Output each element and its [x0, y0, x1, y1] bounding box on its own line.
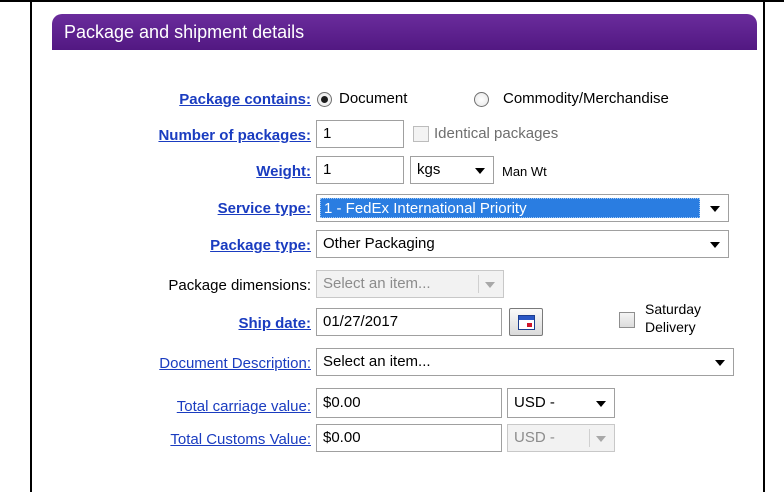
- weight-unit-select[interactable]: kgs: [410, 156, 494, 184]
- package-type-value: Other Packaging: [323, 235, 435, 252]
- ship-date-value: 01/27/2017: [323, 313, 399, 330]
- package-type-select[interactable]: Other Packaging: [316, 230, 729, 258]
- identical-packages-checkbox[interactable]: [413, 126, 429, 142]
- package-dimensions-select[interactable]: Select an item...: [316, 270, 504, 298]
- weight-unit-value: kgs: [417, 161, 441, 178]
- section-header: Package and shipment details: [52, 14, 757, 50]
- chevron-down-icon: [596, 436, 606, 442]
- total-customs-value-value: $0.00: [323, 429, 361, 446]
- radio-document[interactable]: [317, 92, 332, 107]
- package-dimensions-value: Select an item...: [323, 275, 431, 292]
- service-type-select[interactable]: 1 - FedEx International Priority: [316, 194, 729, 222]
- package-type-label[interactable]: Package type:: [210, 236, 311, 256]
- customs-currency-select[interactable]: USD -: [507, 424, 615, 452]
- radio-commodity-label[interactable]: Commodity/Merchandise: [503, 89, 669, 109]
- weight-input[interactable]: 1: [316, 156, 404, 184]
- ship-date-label[interactable]: Ship date:: [238, 314, 311, 334]
- section-title: Package and shipment details: [64, 22, 305, 42]
- total-carriage-value-value: $0.00: [323, 394, 361, 411]
- ship-date-input[interactable]: 01/27/2017: [316, 308, 502, 336]
- saturday-delivery-checkbox[interactable]: [619, 312, 635, 328]
- chevron-down-icon: [710, 206, 720, 212]
- document-description-value: Select an item...: [323, 353, 431, 370]
- window-left-border: [30, 0, 32, 492]
- window-top-border: [0, 0, 784, 2]
- chevron-down-icon: [710, 242, 720, 248]
- man-wt-label: Man Wt: [502, 164, 547, 179]
- number-of-packages-label[interactable]: Number of packages:: [158, 126, 311, 146]
- document-description-label[interactable]: Document Description:: [159, 354, 311, 374]
- dropdown-separator: [589, 429, 590, 447]
- calendar-icon: [518, 315, 535, 330]
- calendar-button[interactable]: [509, 308, 543, 336]
- total-customs-value-input[interactable]: $0.00: [316, 424, 502, 452]
- weight-label[interactable]: Weight:: [256, 162, 311, 182]
- dropdown-separator: [478, 275, 479, 293]
- weight-value: 1: [323, 161, 332, 178]
- chevron-down-icon: [485, 282, 495, 288]
- radio-commodity[interactable]: [474, 92, 489, 107]
- saturday-delivery-label-line2[interactable]: Delivery: [645, 318, 696, 336]
- carriage-currency-select[interactable]: USD -: [507, 388, 615, 418]
- number-of-packages-value: 1: [323, 125, 332, 142]
- window-right-border: [763, 0, 765, 492]
- document-description-select[interactable]: Select an item...: [316, 348, 734, 376]
- chevron-down-icon: [596, 401, 606, 407]
- package-contains-label[interactable]: Package contains:: [179, 90, 311, 110]
- saturday-delivery-label-line1[interactable]: Saturday: [645, 300, 701, 318]
- total-carriage-value-label[interactable]: Total carriage value:: [177, 397, 311, 417]
- total-customs-value-label[interactable]: Total Customs Value:: [170, 430, 311, 450]
- radio-document-label[interactable]: Document: [339, 89, 407, 109]
- carriage-currency-value: USD -: [514, 394, 555, 411]
- package-dimensions-label: Package dimensions:: [168, 277, 311, 294]
- customs-currency-value: USD -: [514, 429, 555, 446]
- total-carriage-value-input[interactable]: $0.00: [316, 388, 502, 418]
- chevron-down-icon: [715, 360, 725, 366]
- service-type-label[interactable]: Service type:: [218, 199, 311, 219]
- identical-packages-label: Identical packages: [434, 125, 559, 142]
- chevron-down-icon: [475, 168, 485, 174]
- number-of-packages-input[interactable]: 1: [316, 120, 404, 148]
- service-type-value: 1 - FedEx International Priority: [320, 198, 700, 218]
